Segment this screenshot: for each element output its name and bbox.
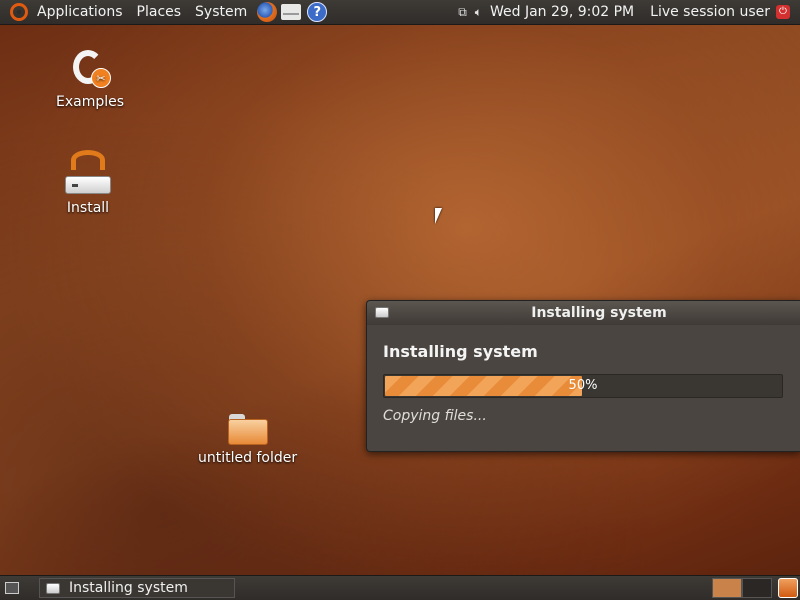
help-icon[interactable]: ? <box>307 2 328 22</box>
dialog-titlebar[interactable]: Installing system <box>367 301 800 325</box>
folder-icon <box>227 414 269 446</box>
desktop-icon-label: untitled folder <box>198 450 298 466</box>
workspace-switcher <box>712 576 800 600</box>
menu-applications[interactable]: Applications <box>30 0 130 24</box>
clock[interactable]: Wed Jan 29, 9:02 PM <box>490 4 634 20</box>
taskbar-button-label: Installing system <box>69 580 188 596</box>
desktop-icon-examples[interactable]: ✂ Examples <box>56 48 124 110</box>
desktop-icon-untitled-folder[interactable]: untitled folder <box>198 414 297 466</box>
desktop-icon-label: Install <box>66 200 110 216</box>
progress-text: 50% <box>568 378 598 393</box>
status-text: Copying files... <box>383 408 487 424</box>
installer-icon <box>375 307 389 318</box>
installer-icon <box>46 582 60 594</box>
trash-icon[interactable] <box>778 578 798 598</box>
dialog-title: Installing system <box>531 305 667 321</box>
top-panel: Applications Places System ? ⧉ 🔈︎ Wed Ja… <box>0 0 800 24</box>
dialog-heading: Installing system <box>383 342 538 361</box>
desktop-icon-label: Examples <box>56 94 125 110</box>
examples-icon: ✂ <box>69 48 112 90</box>
system-tray: ⧉ 🔈︎ Wed Jan 29, 9:02 PM Live session us… <box>458 0 800 24</box>
workspace-1[interactable] <box>712 578 742 598</box>
power-icon[interactable]: ⏻ <box>776 5 790 19</box>
network-icon[interactable]: ⧉ <box>458 5 467 20</box>
taskbar-button-installing-system[interactable]: Installing system <box>39 578 235 598</box>
bottom-panel: Installing system <box>0 576 800 600</box>
mouse-cursor-icon <box>435 208 449 224</box>
mail-icon[interactable] <box>281 4 302 20</box>
firefox-icon[interactable] <box>257 2 278 22</box>
install-icon <box>63 150 113 196</box>
progress-bar: 50% <box>383 374 783 398</box>
user-menu[interactable]: Live session user <box>650 4 770 20</box>
ubuntu-logo-icon[interactable] <box>10 3 28 21</box>
installing-dialog: Installing system Installing system 50% … <box>366 300 800 452</box>
menu-places[interactable]: Places <box>130 0 189 24</box>
desktop-icon-install[interactable]: Install <box>63 150 113 216</box>
workspace-2[interactable] <box>742 578 772 598</box>
menu-system[interactable]: System <box>188 0 254 24</box>
volume-icon[interactable]: 🔈︎ <box>475 5 482 20</box>
show-desktop-icon[interactable] <box>5 582 19 594</box>
